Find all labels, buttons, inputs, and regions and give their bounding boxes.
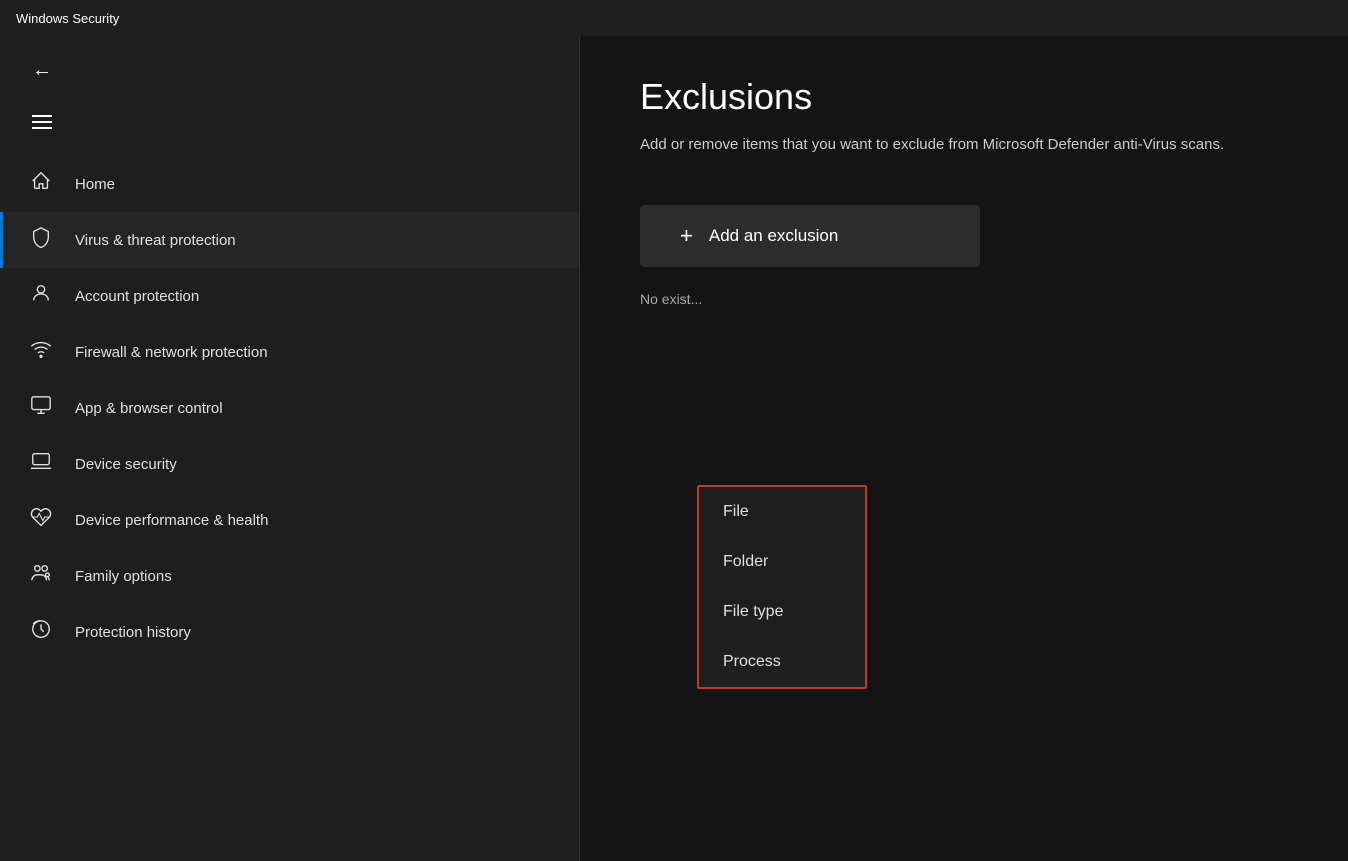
- sidebar-item-account-label: Account protection: [75, 288, 199, 305]
- page-title: Exclusions: [640, 76, 1288, 118]
- sidebar-item-protection-history[interactable]: Protection history: [0, 604, 579, 660]
- sidebar-item-home[interactable]: Home: [0, 156, 579, 212]
- no-existing-text: No exist...: [640, 291, 1288, 307]
- plus-icon: +: [680, 223, 693, 249]
- sidebar-item-virus-label: Virus & threat protection: [75, 232, 236, 249]
- monitor-icon: [27, 394, 55, 422]
- add-exclusion-button[interactable]: + Add an exclusion: [640, 205, 980, 267]
- dropdown-item-folder[interactable]: Folder: [699, 537, 865, 587]
- app-title: Windows Security: [16, 11, 119, 26]
- sidebar-item-firewall-label: Firewall & network protection: [75, 344, 268, 361]
- sidebar-item-app-browser[interactable]: App & browser control: [0, 380, 579, 436]
- sidebar-item-app-label: App & browser control: [75, 400, 223, 417]
- sidebar-item-device-health-label: Device performance & health: [75, 512, 268, 529]
- exclusion-dropdown: File Folder File type Process: [697, 485, 867, 689]
- menu-button[interactable]: [24, 104, 60, 140]
- sidebar-item-history-label: Protection history: [75, 624, 191, 641]
- sidebar-item-firewall[interactable]: Firewall & network protection: [0, 324, 579, 380]
- person-icon: [27, 282, 55, 310]
- sidebar-item-device-security[interactable]: Device security: [0, 436, 579, 492]
- menu-icon-line1: [32, 115, 52, 117]
- dropdown-item-process[interactable]: Process: [699, 637, 865, 687]
- app-body: ← Home: [0, 36, 1348, 861]
- menu-icon-line2: [32, 121, 52, 123]
- dropdown-item-file-type[interactable]: File type: [699, 587, 865, 637]
- nav-list: Home Virus & threat protection Account p…: [0, 148, 579, 861]
- history-icon: [27, 618, 55, 646]
- home-icon: [27, 170, 55, 198]
- wifi-icon: [27, 338, 55, 366]
- page-description: Add or remove items that you want to exc…: [640, 134, 1240, 157]
- sidebar-item-home-label: Home: [75, 176, 115, 193]
- sidebar-item-device-security-label: Device security: [75, 456, 177, 473]
- sidebar-top-controls: ←: [0, 36, 579, 148]
- title-bar: Windows Security: [0, 0, 1348, 36]
- add-exclusion-label: Add an exclusion: [709, 226, 838, 246]
- sidebar-item-device-performance[interactable]: Device performance & health: [0, 492, 579, 548]
- main-content: Exclusions Add or remove items that you …: [580, 36, 1348, 861]
- sidebar: ← Home: [0, 36, 580, 861]
- heart-icon: [27, 506, 55, 534]
- sidebar-item-family-label: Family options: [75, 568, 172, 585]
- sidebar-item-family[interactable]: Family options: [0, 548, 579, 604]
- sidebar-item-virus-threat[interactable]: Virus & threat protection: [0, 212, 579, 268]
- family-icon: [27, 562, 55, 590]
- laptop-icon: [27, 450, 55, 478]
- dropdown-item-file[interactable]: File: [699, 487, 865, 537]
- menu-icon-line3: [32, 127, 52, 129]
- back-button[interactable]: ←: [24, 52, 60, 88]
- sidebar-item-account-protection[interactable]: Account protection: [0, 268, 579, 324]
- shield-icon: [27, 226, 55, 254]
